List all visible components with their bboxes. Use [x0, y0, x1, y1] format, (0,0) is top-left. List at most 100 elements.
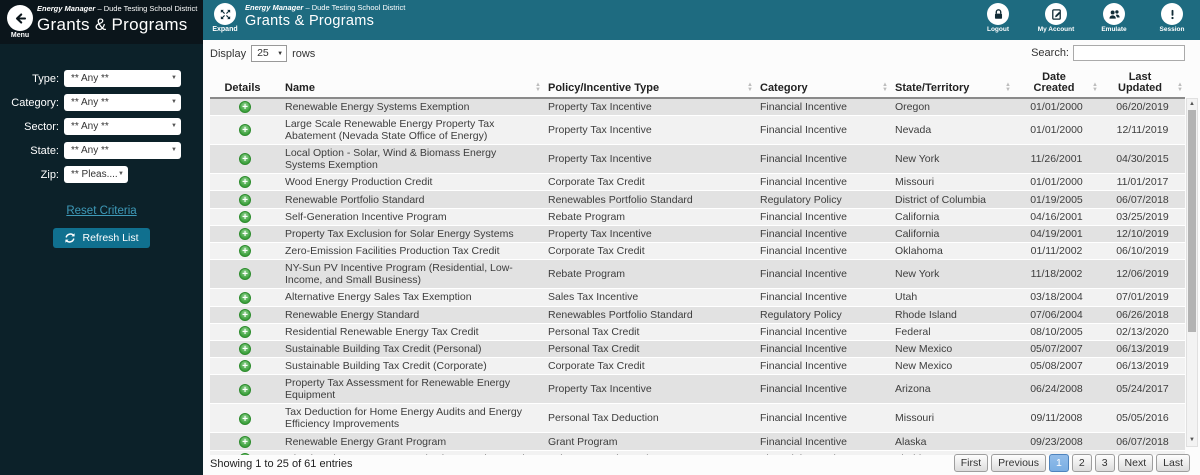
policy-type-cell: Personal Tax Deduction	[543, 403, 755, 434]
refresh-list-button[interactable]: Refresh List	[53, 228, 150, 248]
state-select[interactable]: ** Any **	[64, 142, 181, 159]
program-name-cell: Large Scale Renewable Energy Property Ta…	[280, 115, 543, 146]
table-row[interactable]: Property Tax Assessment for Renewable En…	[210, 374, 1185, 405]
state-cell: New York	[890, 259, 1013, 290]
state-cell: New York	[890, 144, 1013, 175]
expand-row-icon[interactable]	[239, 153, 251, 166]
scroll-up-icon[interactable]	[1187, 99, 1197, 110]
zip-select[interactable]: ** Pleas....	[64, 166, 128, 183]
expand-icon	[214, 3, 236, 25]
column-header-category[interactable]: Category	[755, 70, 890, 99]
program-name-cell: Property Tax Exclusion for Solar Energy …	[280, 225, 543, 244]
table-row[interactable]: Residential Renewable Energy Tax Credit …	[210, 323, 1185, 341]
category-cell: Financial Incentive	[755, 173, 890, 192]
pagination-button-3[interactable]: 3	[1094, 454, 1115, 472]
reset-criteria-link[interactable]: Reset Criteria	[0, 205, 203, 217]
table-row[interactable]: Self-Generation Incentive Program Rebate…	[210, 208, 1185, 226]
last-updated-cell: 12/11/2019	[1100, 115, 1185, 146]
expand-row-icon[interactable]	[239, 383, 251, 397]
column-header-date-created[interactable]: Date Created	[1013, 70, 1100, 99]
last-updated-cell: 04/30/2015	[1100, 144, 1185, 175]
expand-row-icon[interactable]	[239, 343, 251, 356]
table-row[interactable]: Sustainable Building Tax Credit (Corpora…	[210, 357, 1185, 376]
table-row[interactable]: Renewable Energy Grant Program Grant Pro…	[210, 432, 1185, 451]
emulate-button[interactable]: Emulate	[1092, 3, 1136, 33]
back-arrow-icon	[7, 5, 33, 31]
expand-row-icon[interactable]	[239, 360, 251, 373]
session-button[interactable]: Session	[1150, 3, 1194, 33]
table-row[interactable]: Large Scale Renewable Energy Property Ta…	[210, 115, 1185, 146]
table-row[interactable]: Tax Deduction for Home Energy Audits and…	[210, 403, 1185, 434]
expand-row-icon[interactable]	[239, 325, 251, 339]
pagination-button-next[interactable]: Next	[1117, 454, 1154, 472]
category-cell: Financial Incentive	[755, 98, 890, 117]
table-row[interactable]: Sustainable Building Tax Credit (Persona…	[210, 340, 1185, 359]
table-row[interactable]: Local Option - Solar, Wind & Biomass Ene…	[210, 144, 1185, 175]
table-row[interactable]: Zero-Emission Facilities Production Tax …	[210, 242, 1185, 261]
state-cell: California	[890, 208, 1013, 226]
date-created-cell: 05/07/2007	[1013, 340, 1100, 359]
table-row[interactable]: Renewable Portfolio Standard Renewables …	[210, 190, 1185, 209]
expand-row-icon[interactable]	[239, 245, 251, 258]
expand-row-icon[interactable]	[239, 268, 251, 281]
expand-row-icon[interactable]	[239, 101, 251, 114]
pagination-button-last[interactable]: Last	[1156, 454, 1190, 472]
column-header-name[interactable]: Name	[280, 70, 543, 99]
category-cell: Financial Incentive	[755, 144, 890, 175]
my-account-label: My Account	[1037, 26, 1075, 33]
expand-row-icon[interactable]	[239, 291, 251, 305]
program-name-cell: Wood Energy Production Credit	[280, 173, 543, 192]
date-created-cell: 01/19/2005	[1013, 190, 1100, 209]
table-row[interactable]: Renewable Energy Systems Exemption Prope…	[210, 98, 1185, 117]
policy-type-cell: Property Tax Incentive	[543, 115, 755, 146]
expand-row-icon[interactable]	[239, 435, 251, 449]
column-header-policy-type[interactable]: Policy/Incentive Type	[543, 70, 755, 99]
table-row[interactable]: Alternative Energy Sales Tax Exemption S…	[210, 288, 1185, 307]
table-row[interactable]: Renewable Energy Standard Renewables Por…	[210, 306, 1185, 324]
sector-select[interactable]: ** Any **	[64, 118, 181, 135]
expand-row-icon[interactable]	[239, 228, 251, 241]
column-header-last-updated[interactable]: Last Updated	[1100, 70, 1185, 99]
last-updated-cell: 06/13/2019	[1100, 340, 1185, 359]
last-updated-cell: 03/25/2019	[1100, 208, 1185, 226]
rows-per-page-select[interactable]: 25	[251, 45, 288, 62]
sector-filter-label: Sector:	[24, 120, 59, 133]
menu-label: Menu	[10, 32, 30, 39]
expand-row-icon[interactable]	[239, 124, 251, 137]
expand-row-icon[interactable]	[239, 193, 251, 207]
policy-type-cell: Personal Tax Credit	[543, 323, 755, 341]
sidebar-titles: Energy Manager – Dude Testing School Dis…	[37, 4, 201, 35]
table-row[interactable]: NY-Sun PV Incentive Program (Residential…	[210, 259, 1185, 290]
pagination-button-1[interactable]: 1	[1049, 454, 1069, 472]
scrollbar-thumb[interactable]	[1188, 110, 1196, 332]
expand-button[interactable]: Expand	[208, 3, 242, 33]
category-cell: Financial Incentive	[755, 208, 890, 226]
expand-row-icon[interactable]	[239, 210, 251, 224]
search-input[interactable]	[1073, 45, 1185, 61]
date-created-cell: 11/26/2001	[1013, 144, 1100, 175]
scroll-down-icon[interactable]	[1187, 435, 1197, 446]
last-updated-cell: 07/01/2019	[1100, 288, 1185, 307]
expand-row-icon[interactable]	[239, 308, 251, 322]
pagination-button-first[interactable]: First	[953, 454, 989, 472]
date-created-cell: 09/11/2008	[1013, 403, 1100, 434]
table-row[interactable]: Wood Energy Production Credit Corporate …	[210, 173, 1185, 192]
pagination-button-2[interactable]: 2	[1071, 454, 1092, 472]
filter-row-zip: Zip: ** Pleas....	[0, 166, 203, 183]
category-select[interactable]: ** Any **	[64, 94, 181, 111]
type-select[interactable]: ** Any **	[64, 70, 181, 87]
sort-icon	[882, 83, 888, 92]
column-header-state[interactable]: State/Territory	[890, 70, 1013, 99]
expand-row-icon[interactable]	[239, 176, 251, 189]
program-name-cell: Residential Renewable Energy Tax Credit	[280, 323, 543, 341]
policy-type-cell: Property Tax Incentive	[543, 144, 755, 175]
expand-row-icon[interactable]	[239, 412, 251, 426]
pagination-button-previous[interactable]: Previous	[991, 454, 1047, 472]
logout-button[interactable]: Logout	[976, 3, 1020, 33]
menu-button[interactable]: Menu	[5, 5, 35, 39]
vertical-scrollbar[interactable]	[1186, 98, 1198, 447]
table-row[interactable]: Property Tax Exclusion for Solar Energy …	[210, 225, 1185, 244]
my-account-button[interactable]: My Account	[1034, 3, 1078, 33]
date-created-cell: 05/08/2007	[1013, 357, 1100, 376]
topbar-app-title: Energy Manager – Dude Testing School Dis…	[245, 3, 405, 12]
